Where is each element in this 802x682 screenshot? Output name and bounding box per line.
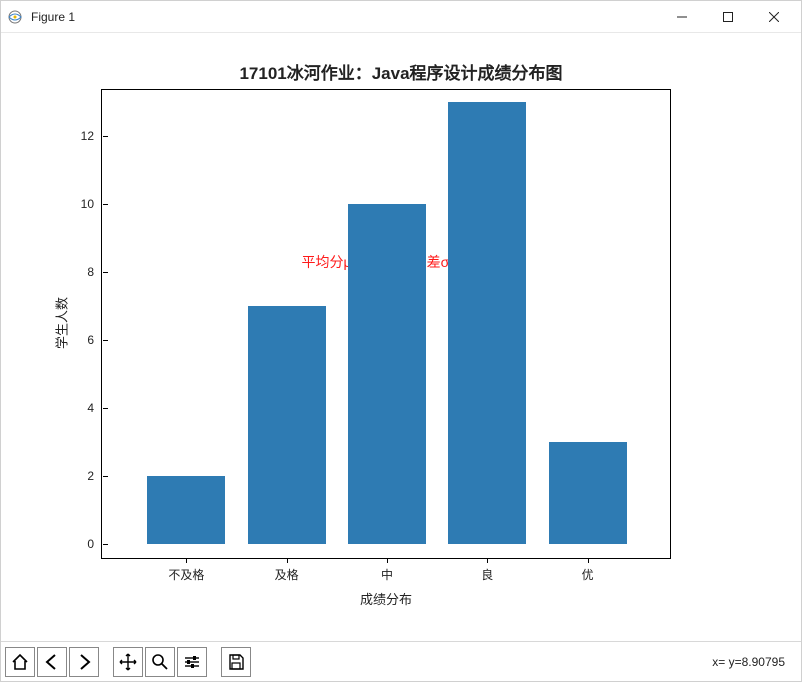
figure-canvas[interactable]: 17101冰河作业：Java程序设计成绩分布图 学生人数 平均分μ=77.46,… — [1, 33, 801, 641]
maximize-button[interactable] — [705, 2, 751, 32]
x-tick: 及格 — [275, 558, 299, 583]
y-tick: 0 — [87, 537, 102, 551]
y-tick: 8 — [87, 265, 102, 279]
zoom-button[interactable] — [145, 647, 175, 677]
configure-button[interactable] — [177, 647, 207, 677]
pan-button[interactable] — [113, 647, 143, 677]
bar — [348, 204, 426, 544]
bar — [248, 306, 326, 544]
x-tick: 良 — [481, 558, 493, 583]
forward-button[interactable] — [69, 647, 99, 677]
y-tick: 10 — [81, 197, 102, 211]
app-icon — [5, 7, 25, 27]
chart-title: 17101冰河作业：Java程序设计成绩分布图 — [1, 59, 801, 84]
x-tick: 优 — [582, 558, 594, 583]
window-title: Figure 1 — [31, 10, 659, 24]
x-tick: 中 — [381, 558, 393, 583]
minimize-button[interactable] — [659, 2, 705, 32]
save-button[interactable] — [221, 647, 251, 677]
y-tick: 6 — [87, 333, 102, 347]
x-tick: 不及格 — [168, 558, 204, 583]
cursor-coords: x= y=8.90795 — [712, 655, 785, 669]
x-axis-label: 成绩分布 — [101, 589, 671, 608]
y-axis-label: 学生人数 — [52, 297, 71, 349]
home-button[interactable] — [5, 647, 35, 677]
back-button[interactable] — [37, 647, 67, 677]
y-tick: 4 — [87, 401, 102, 415]
window-controls — [659, 2, 797, 32]
bar — [549, 442, 627, 544]
window-titlebar: Figure 1 — [1, 1, 801, 33]
close-button[interactable] — [751, 2, 797, 32]
bar — [448, 102, 526, 544]
nav-toolbar: x= y=8.90795 — [1, 641, 801, 681]
axes: 平均分μ=77.46,标准差σ=9.635 024681012不及格及格中良优 — [101, 89, 671, 559]
bar — [147, 476, 225, 544]
y-tick: 12 — [81, 129, 102, 143]
y-tick: 2 — [87, 469, 102, 483]
